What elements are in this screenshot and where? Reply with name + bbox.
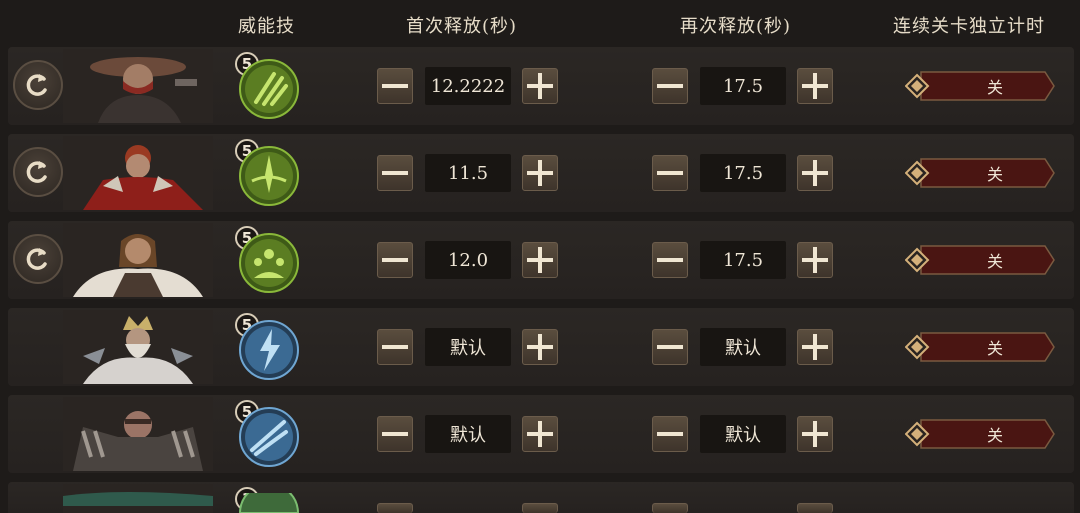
second-release-column-header: 再次释放(秒) (680, 16, 792, 37)
second-release-value[interactable]: 17.5 (700, 241, 786, 279)
independent-timer-toggle[interactable]: 关 (905, 418, 1055, 450)
hero-row-partial: 1 (8, 482, 1074, 513)
second-release-value[interactable]: 17.5 (700, 154, 786, 192)
second-release-decrease-button[interactable] (652, 155, 688, 191)
first-release-increase-button[interactable] (522, 242, 558, 278)
first-release-value[interactable]: 默认 (425, 328, 511, 366)
independent-timer-toggle[interactable]: 关 (905, 157, 1055, 189)
reset-icon (26, 161, 47, 183)
plus-icon (802, 73, 828, 99)
second-release-decrease-button[interactable] (652, 329, 688, 365)
reset-icon (26, 248, 47, 270)
orc-warrior-hero-portrait (63, 397, 213, 471)
first-release-increase-button[interactable] (522, 416, 558, 452)
second-release-decrease-button (652, 503, 688, 513)
reset-icon (26, 74, 47, 96)
first-release-column-header: 首次释放(秒) (406, 16, 518, 37)
blade-burst-skill-icon[interactable] (238, 145, 300, 207)
table-header: 威能技 首次释放(秒) 再次释放(秒) 连续关卡独立计时 (0, 0, 1080, 46)
claw-slash-skill-icon[interactable] (238, 58, 300, 120)
first-release-decrease-button[interactable] (377, 242, 413, 278)
toggle-state-label: 关 (986, 78, 1003, 97)
toggle-state-label: 关 (986, 339, 1003, 358)
plus-icon (527, 247, 553, 273)
first-release-value[interactable]: 12.2222 (425, 67, 511, 105)
plus-icon (527, 421, 553, 447)
partial-hero-portrait (63, 484, 213, 513)
minus-icon (382, 171, 408, 175)
second-release-increase-button[interactable] (797, 155, 833, 191)
independent-timer-column-header: 连续关卡独立计时 (893, 16, 1045, 37)
plus-icon (802, 421, 828, 447)
toggle-state-label: 关 (986, 252, 1003, 271)
first-release-value[interactable]: 默认 (425, 415, 511, 453)
minus-icon (657, 171, 683, 175)
minus-icon (657, 432, 683, 436)
second-release-value[interactable]: 默认 (700, 328, 786, 366)
second-release-decrease-button[interactable] (652, 416, 688, 452)
second-release-increase-button[interactable] (797, 68, 833, 104)
dwarf-king-hero-portrait (63, 310, 213, 384)
fur-cloak-hero-portrait (63, 223, 213, 297)
toggle-state-label: 关 (986, 165, 1003, 184)
reset-button[interactable] (13, 60, 63, 110)
red-haired-hero-portrait (63, 136, 213, 210)
plus-icon (802, 334, 828, 360)
toggle-state-label: 关 (986, 426, 1003, 445)
independent-timer-toggle[interactable]: 关 (905, 331, 1055, 363)
second-release-increase-button[interactable] (797, 242, 833, 278)
second-release-decrease-button[interactable] (652, 242, 688, 278)
minus-icon (657, 345, 683, 349)
frost-slash-skill-icon[interactable] (238, 406, 300, 468)
second-release-increase-button (797, 503, 833, 513)
hero-row: 5 12.0 17.5 关 (8, 221, 1074, 299)
second-release-decrease-button[interactable] (652, 68, 688, 104)
minus-icon (382, 432, 408, 436)
plus-icon (527, 73, 553, 99)
second-release-value[interactable]: 17.5 (700, 67, 786, 105)
hero-row: 5 默认 默认 关 (8, 395, 1074, 473)
partial-skill-icon (238, 493, 300, 513)
second-release-increase-button[interactable] (797, 416, 833, 452)
first-release-decrease-button[interactable] (377, 68, 413, 104)
first-release-value[interactable]: 11.5 (425, 154, 511, 192)
plus-icon (802, 160, 828, 186)
hero-row: 5 默认 默认 关 (8, 308, 1074, 386)
lightning-skill-icon[interactable] (238, 319, 300, 381)
hero-row: 5 11.5 17.5 关 (8, 134, 1074, 212)
independent-timer-toggle[interactable]: 关 (905, 244, 1055, 276)
reset-button[interactable] (13, 147, 63, 197)
minus-icon (382, 258, 408, 262)
first-release-value[interactable]: 12.0 (425, 241, 511, 279)
plus-icon (527, 334, 553, 360)
plus-icon (802, 247, 828, 273)
first-release-decrease-button (377, 503, 413, 513)
reset-button[interactable] (13, 234, 63, 284)
second-release-increase-button[interactable] (797, 329, 833, 365)
first-release-increase-button[interactable] (522, 329, 558, 365)
independent-timer-toggle[interactable]: 关 (905, 70, 1055, 102)
skill-column-header: 威能技 (238, 16, 295, 37)
first-release-decrease-button[interactable] (377, 329, 413, 365)
hero-row: 5 12.2222 17.5 关 (8, 47, 1074, 125)
gunslinger-hero-portrait (63, 49, 213, 123)
minus-icon (382, 84, 408, 88)
plus-icon (527, 160, 553, 186)
first-release-increase-button[interactable] (522, 68, 558, 104)
first-release-decrease-button[interactable] (377, 416, 413, 452)
first-release-increase-button (522, 503, 558, 513)
second-release-value[interactable]: 默认 (700, 415, 786, 453)
first-release-decrease-button[interactable] (377, 155, 413, 191)
minus-icon (382, 345, 408, 349)
first-release-increase-button[interactable] (522, 155, 558, 191)
minus-icon (657, 258, 683, 262)
minus-icon (657, 84, 683, 88)
army-summon-skill-icon[interactable] (238, 232, 300, 294)
